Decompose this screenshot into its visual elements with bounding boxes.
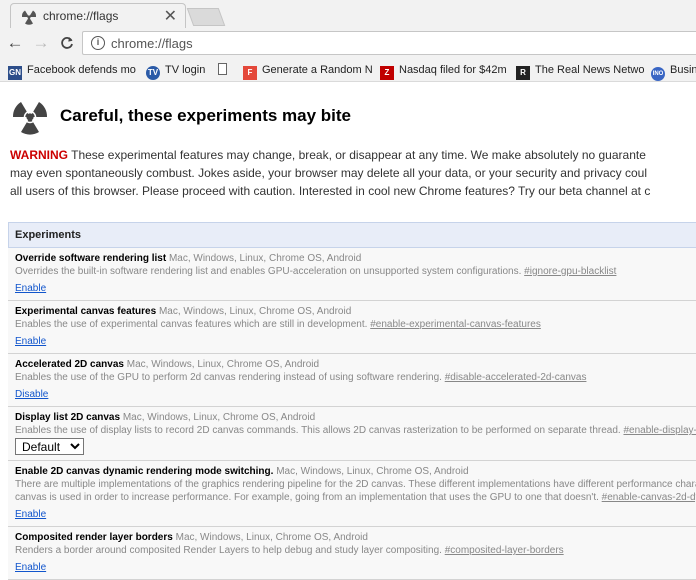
experiment-description: There are multiple implementations of th… <box>15 479 696 490</box>
section-title: Experiments <box>8 223 696 248</box>
warning-text: WARNING These experimental features may … <box>10 146 696 200</box>
experiment-item: Composited render layer borders Mac, Win… <box>8 527 696 580</box>
bookmark-item[interactable]: INO Busin <box>651 62 696 81</box>
back-icon[interactable]: ← <box>4 32 26 54</box>
experiment-tag-link[interactable]: #disable-accelerated-2d-canvas <box>445 372 587 383</box>
page-content: Careful, these experiments may bite WARN… <box>0 82 696 580</box>
experiment-platforms: Mac, Windows, Linux, Chrome OS, Android <box>276 466 469 477</box>
radiation-icon <box>21 10 37 25</box>
info-icon[interactable]: i <box>91 36 105 50</box>
bookmark-favicon-icon: Z <box>380 66 394 80</box>
page-icon <box>218 63 227 75</box>
bookmark-label: The Real News Netwo <box>535 64 645 76</box>
bookmark-label: Facebook defends mo <box>27 64 136 76</box>
bookmark-item[interactable]: R The Real News Netwo <box>516 62 645 80</box>
experiments-panel: Experiments Override software rendering … <box>8 222 696 580</box>
enable-link[interactable]: Enable <box>15 283 46 295</box>
bookmark-label: Generate a Random N <box>262 64 373 76</box>
experiment-platforms: Mac, Windows, Linux, Chrome OS, Android <box>122 412 316 423</box>
experiment-description: Overrides the built-in software renderin… <box>15 266 525 277</box>
warning-label: WARNING <box>10 148 68 162</box>
new-tab-button[interactable] <box>186 8 226 26</box>
experiment-name: Display list 2D canvas <box>15 412 121 423</box>
experiment-platforms: Mac, Windows, Linux, Chrome OS, Android <box>158 306 352 317</box>
experiment-description: Enables the use of experimental canvas f… <box>15 319 371 330</box>
experiment-tag-link[interactable]: #ignore-gpu-blacklist <box>524 266 616 277</box>
experiment-name: Enable 2D canvas dynamic rendering mode … <box>15 466 274 477</box>
bookmark-label: Busin <box>670 64 696 76</box>
experiment-description: Enables the use of display lists to reco… <box>15 425 624 436</box>
experiment-description: Renders a border around composited Rende… <box>15 545 445 556</box>
experiment-tag-link[interactable]: #enable-canvas-2d-dynami <box>602 492 696 503</box>
experiment-item: Override software rendering list Mac, Wi… <box>8 248 696 301</box>
bookmarks-bar: GN Facebook defends mo TV TV login F Genera… <box>0 58 696 82</box>
bookmark-item[interactable] <box>218 62 232 78</box>
experiment-name: Override software rendering list <box>15 253 167 264</box>
forward-icon[interactable]: → <box>30 32 52 54</box>
tab-strip: chrome://flags ✕ <box>0 0 696 28</box>
experiment-item: Enable 2D canvas dynamic rendering mode … <box>8 461 696 527</box>
toolbar: ← → i chrome://flags <box>0 28 696 58</box>
warning-line: These experimental features may change, … <box>68 148 646 162</box>
page-title: Careful, these experiments may bite <box>60 106 352 125</box>
tab-flags[interactable]: chrome://flags ✕ <box>10 3 186 28</box>
bookmark-favicon-icon: R <box>516 66 530 80</box>
disable-link[interactable]: Disable <box>15 389 48 401</box>
experiment-name: Composited render layer borders <box>15 532 173 543</box>
radiation-icon <box>12 102 48 135</box>
url-text[interactable]: chrome://flags <box>111 36 193 51</box>
bookmark-label: Nasdaq filed for $42m <box>399 64 507 76</box>
experiment-item: Accelerated 2D canvas Mac, Windows, Linu… <box>8 354 696 407</box>
bookmark-item[interactable]: GN Facebook defends mo <box>8 62 136 80</box>
bookmark-favicon-icon: INO <box>651 67 665 81</box>
warning-line: all users of this browser. Please procee… <box>10 184 651 198</box>
bookmark-favicon-icon: F <box>243 66 257 80</box>
enable-link[interactable]: Enable <box>15 336 46 348</box>
reload-button[interactable] <box>56 32 78 54</box>
tab-title: chrome://flags <box>43 9 119 23</box>
experiment-platforms: Mac, Windows, Linux, Chrome OS, Android <box>126 359 320 370</box>
close-icon[interactable]: ✕ <box>164 6 177 26</box>
bookmark-item[interactable]: F Generate a Random N <box>243 62 373 80</box>
bookmark-favicon-icon: TV <box>146 66 160 80</box>
experiment-item: Experimental canvas features Mac, Window… <box>8 301 696 354</box>
experiment-tag-link[interactable]: #composited-layer-borders <box>445 545 564 556</box>
reload-icon <box>61 37 73 49</box>
enable-link[interactable]: Enable <box>15 562 46 574</box>
experiment-platforms: Mac, Windows, Linux, Chrome OS, Android <box>175 532 368 543</box>
enable-link[interactable]: Enable <box>15 509 46 521</box>
experiment-description: canvas is used in order to increase perf… <box>15 492 602 503</box>
experiment-description: Enables the use of the GPU to perform 2d… <box>15 372 445 383</box>
experiment-platforms: Mac, Windows, Linux, Chrome OS, Android <box>168 253 362 264</box>
bookmark-item[interactable]: Z Nasdaq filed for $42m <box>380 62 507 80</box>
experiment-tag-link[interactable]: #enable-display-list-2d- <box>623 425 696 436</box>
bookmark-favicon-icon: GN <box>8 66 22 80</box>
experiment-name: Accelerated 2D canvas <box>15 359 124 370</box>
experiment-name: Experimental canvas features <box>15 306 157 317</box>
experiment-item: Display list 2D canvas Mac, Windows, Lin… <box>8 407 696 461</box>
experiment-tag-link[interactable]: #enable-experimental-canvas-features <box>370 319 541 330</box>
bookmark-item[interactable]: TV TV login <box>146 62 206 80</box>
warning-line: may even spontaneously combust. Jokes as… <box>10 166 647 180</box>
address-bar[interactable]: i chrome://flags <box>82 31 696 55</box>
experiment-state-select[interactable]: Default <box>15 438 84 455</box>
bookmark-label: TV login <box>165 64 206 76</box>
